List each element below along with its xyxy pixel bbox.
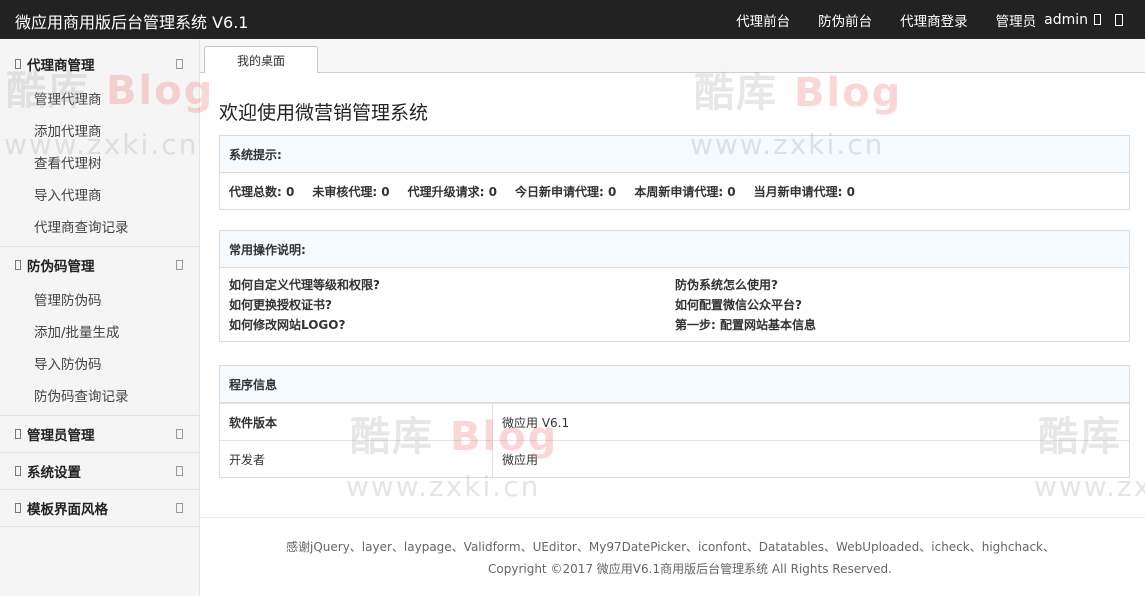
menu-group-admins: 管理员管理 [0,416,199,453]
menu-head-label: 防伪码管理 [27,259,95,275]
stat-month-new: 当月新申请代理: 0 [753,184,855,199]
sidebar-item-agent-tree[interactable]: 查看代理树 [0,146,199,178]
app-title: 微应用商用版后台管理系统 V6.1 [15,13,249,32]
expand-arrow-icon [176,466,183,476]
menu-group-templates: 模板界面风格 [0,490,199,527]
expand-arrow-icon [176,503,183,513]
menu-group-antifake: 防伪码管理 管理防伪码 添加/批量生成 导入防伪码 防伪码查询记录 [0,247,199,416]
menu-head-templates[interactable]: 模板界面风格 [0,490,199,526]
menu-group-agents: 代理商管理 管理代理商 添加代理商 查看代理树 导入代理商 代理商查询记录 [0,39,199,247]
sidebar-item-agent-query-log[interactable]: 代理商查询记录 [0,210,199,242]
panel-title: 常用操作说明: [220,231,1129,268]
menu-head-label: 模板界面风格 [27,502,108,518]
help-panel: 常用操作说明: 如何自定义代理等级和权限? 防伪系统怎么使用? 如何更换授权证书… [219,230,1130,342]
help-link-change-cert[interactable]: 如何更换授权证书? [229,297,675,313]
sidebar-item-code-query-log[interactable]: 防伪码查询记录 [0,379,199,411]
menu-icon [15,503,21,513]
tab-strip [200,39,1145,73]
stats-row: 代理总数: 0 未审核代理: 0 代理升级请求: 0 今日新申请代理: 0 本周… [220,173,1129,209]
menu-head-label: 代理商管理 [27,57,95,74]
sidebar-item-manage-codes[interactable]: 管理防伪码 [0,283,199,315]
menu-head-settings[interactable]: 系统设置 [0,453,199,489]
sidebar-item-manage-agents[interactable]: 管理代理商 [0,82,199,114]
help-link-change-logo[interactable]: 如何修改网站LOGO? [229,317,675,333]
sidebar-item-import-codes[interactable]: 导入防伪码 [0,347,199,379]
menu-icon [15,260,21,270]
system-panel: 系统提示: 代理总数: 0 未审核代理: 0 代理升级请求: 0 今日新申请代理… [219,135,1130,210]
table-row: 开发者 微应用 [220,440,1129,477]
menu-icon [15,466,21,476]
dropdown-icon[interactable] [1094,14,1101,25]
expand-arrow-icon [176,429,183,439]
menu-head-label: 管理员管理 [27,428,95,444]
menu-head-agents[interactable]: 代理商管理 [0,39,199,82]
tab-my-desktop[interactable]: 我的桌面 [204,46,318,74]
info-label: 软件版本 [220,404,493,440]
stat-upgrade-requests: 代理升级请求: 0 [407,184,497,199]
top-bar: 微应用商用版后台管理系统 V6.1 代理前台 防伪前台 代理商登录 管理员 ad… [0,0,1145,39]
stat-week-new: 本周新申请代理: 0 [634,184,736,199]
footer-divider [200,517,1145,518]
page-title: 欢迎使用微营销管理系统 [219,102,429,124]
nav-agent-front[interactable]: 代理前台 [736,10,790,30]
expand-arrow-icon [176,260,183,270]
user-menu[interactable]: admin [1044,12,1088,28]
info-label: 开发者 [220,441,493,477]
menu-icon [15,429,21,439]
stat-today-new: 今日新申请代理: 0 [514,184,617,199]
menu-head-admins[interactable]: 管理员管理 [0,416,199,452]
nav-agent-login[interactable]: 代理商登录 [900,10,968,30]
sidebar: 代理商管理 管理代理商 添加代理商 查看代理树 导入代理商 代理商查询记录 防伪… [0,39,200,596]
user-role: 管理员 [995,13,1037,30]
expand-arrow-icon [176,59,183,69]
panel-title: 程序信息 [220,366,1129,403]
menu-head-antifake[interactable]: 防伪码管理 [0,247,199,283]
footer-copyright: Copyright ©2017 微应用V6.1商用版后台管理系统 All Rig… [488,562,892,576]
nav-antifake-front[interactable]: 防伪前台 [818,10,872,30]
help-link-wechat-config[interactable]: 如何配置微信公众平台? [675,297,1121,313]
sidebar-item-add-agent[interactable]: 添加代理商 [0,114,199,146]
menu-head-label: 系统设置 [27,465,81,481]
help-link-custom-levels[interactable]: 如何自定义代理等级和权限? [229,277,675,293]
stat-unreviewed-agents: 未审核代理: 0 [312,184,390,199]
footer-credits: 感谢jQuery、layer、laypage、Validform、UEditor… [286,540,1056,554]
top-nav: 代理前台 防伪前台 代理商登录 管理员 admin [736,0,1145,39]
skin-switch-icon[interactable] [1115,13,1123,26]
menu-icon [15,58,21,69]
program-panel: 程序信息 软件版本 微应用 V6.1 开发者 微应用 [219,365,1130,478]
panel-title: 系统提示: [220,136,1129,173]
table-row: 软件版本 微应用 V6.1 [220,403,1129,440]
help-links: 如何自定义代理等级和权限? 防伪系统怎么使用? 如何更换授权证书? 如何配置微信… [220,268,1129,341]
sidebar-item-import-agents[interactable]: 导入代理商 [0,178,199,210]
help-link-antifake-usage[interactable]: 防伪系统怎么使用? [675,277,1121,293]
info-value: 微应用 V6.1 [502,415,570,430]
help-link-first-step[interactable]: 第一步: 配置网站基本信息 [675,317,1121,333]
stat-agent-total: 代理总数: 0 [229,184,295,199]
sidebar-item-batch-generate[interactable]: 添加/批量生成 [0,315,199,347]
info-value: 微应用 [502,452,539,467]
menu-group-settings: 系统设置 [0,453,199,490]
